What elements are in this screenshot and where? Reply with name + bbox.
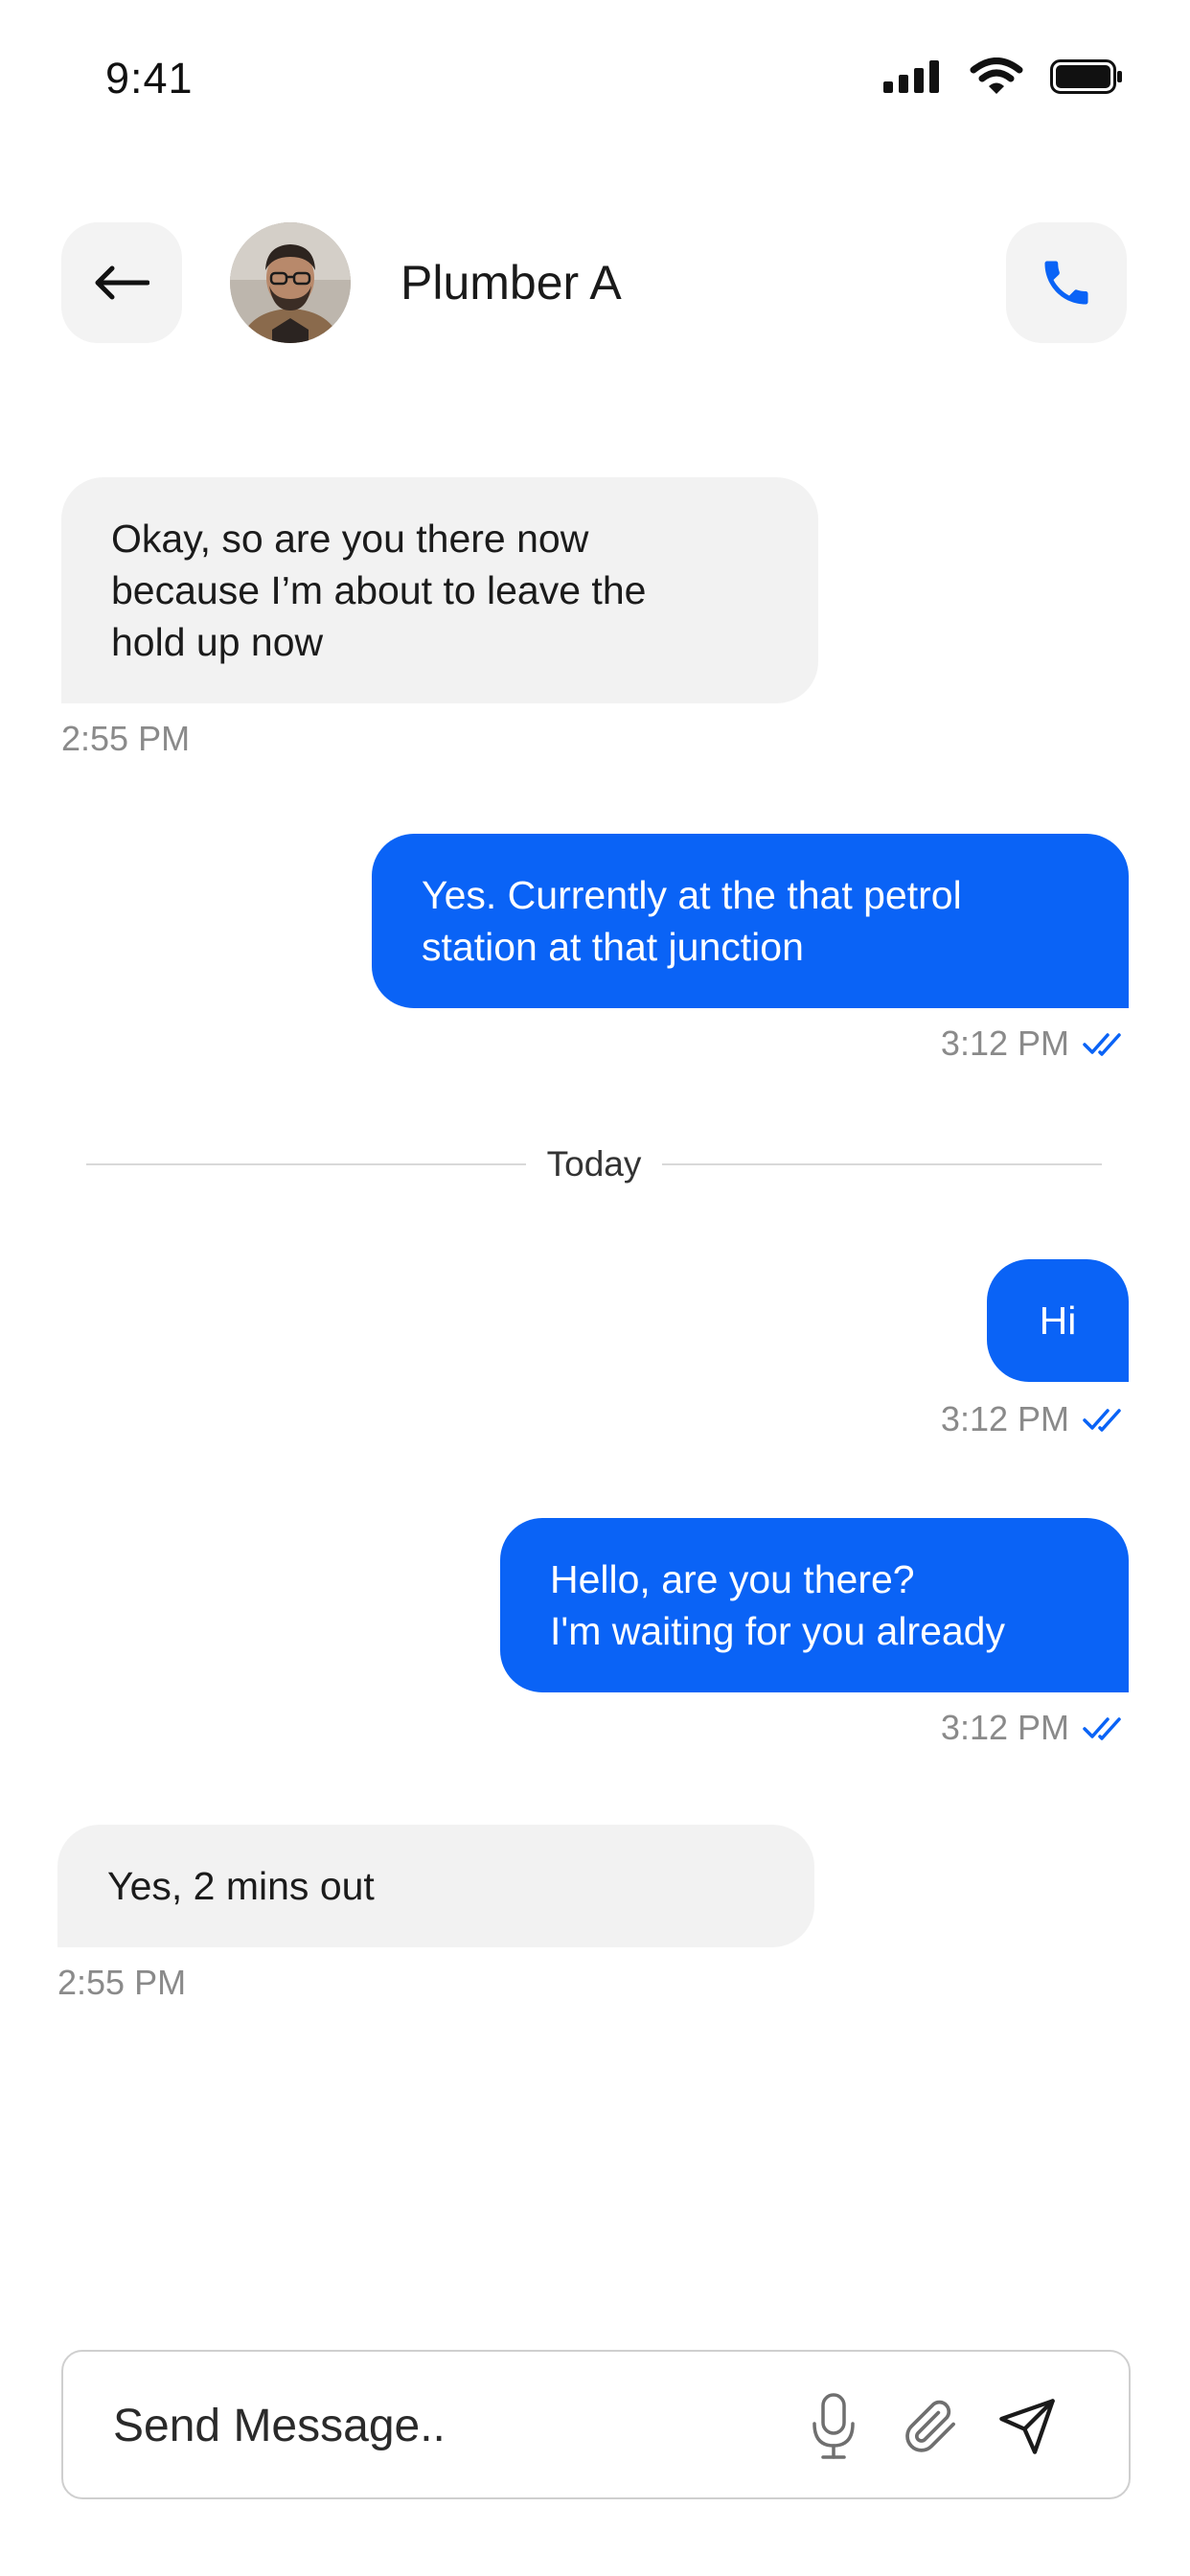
battery-icon: [1050, 59, 1122, 94]
status-bar: 9:41: [0, 0, 1190, 163]
message-input[interactable]: [111, 2386, 786, 2465]
message-text: Yes, 2 mins out: [107, 1864, 375, 1908]
message-meta: 3:12 PM: [941, 1399, 1129, 1439]
message-bubble-incoming[interactable]: Okay, so are you there now because I’m a…: [61, 477, 818, 703]
phone-icon: [1044, 261, 1088, 305]
send-button[interactable]: [993, 2392, 1062, 2461]
status-time: 9:41: [105, 54, 194, 103]
paperclip-icon: [905, 2400, 955, 2452]
arrow-left-icon: [95, 265, 149, 300]
back-button[interactable]: [61, 222, 182, 343]
message-timestamp: 2:55 PM: [61, 719, 191, 758]
message-timestamp: 3:12 PM: [940, 1024, 1069, 1063]
message-bubble-incoming[interactable]: Yes, 2 mins out: [57, 1825, 814, 1947]
status-icons: [883, 58, 1123, 96]
mic-button[interactable]: [799, 2392, 868, 2461]
attach-button[interactable]: [895, 2392, 964, 2461]
message-text: Hello, are you there? I'm waiting for yo…: [550, 1557, 1005, 1653]
avatar-image: [230, 222, 351, 343]
message-text: Yes. Currently at the that petrol statio…: [422, 873, 962, 969]
message-bubble-outgoing[interactable]: Hello, are you there? I'm waiting for yo…: [500, 1518, 1129, 1692]
message-bubble-outgoing[interactable]: Hi: [987, 1259, 1129, 1382]
message-timestamp: 3:12 PM: [940, 1708, 1069, 1747]
date-divider-label: Today: [546, 1144, 642, 1184]
call-button[interactable]: [1006, 222, 1127, 343]
divider-line: [86, 1163, 526, 1165]
message-composer: [61, 2350, 1131, 2499]
double-check-icon: [1083, 1409, 1121, 1432]
chat-header: Plumber A: [0, 222, 1190, 347]
date-divider: Today: [86, 1140, 1103, 1188]
message-meta: 3:12 PM: [941, 1708, 1129, 1748]
microphone-icon: [812, 2393, 855, 2459]
message-text: Okay, so are you there now because I’m a…: [111, 517, 647, 664]
message-text: Hi: [1039, 1299, 1077, 1343]
contact-name[interactable]: Plumber A: [400, 255, 622, 310]
double-check-icon: [1083, 1033, 1121, 1056]
message-timestamp: 2:55 PM: [57, 1963, 187, 2002]
message-meta: 3:12 PM: [941, 1024, 1129, 1064]
send-icon: [999, 2399, 1055, 2454]
avatar[interactable]: [230, 222, 351, 343]
wifi-icon: [970, 58, 1023, 94]
signal-icon: [883, 60, 939, 93]
double-check-icon: [1083, 1717, 1121, 1740]
divider-line: [662, 1163, 1103, 1165]
message-bubble-outgoing[interactable]: Yes. Currently at the that petrol statio…: [372, 834, 1129, 1008]
message-timestamp: 3:12 PM: [940, 1399, 1069, 1438]
